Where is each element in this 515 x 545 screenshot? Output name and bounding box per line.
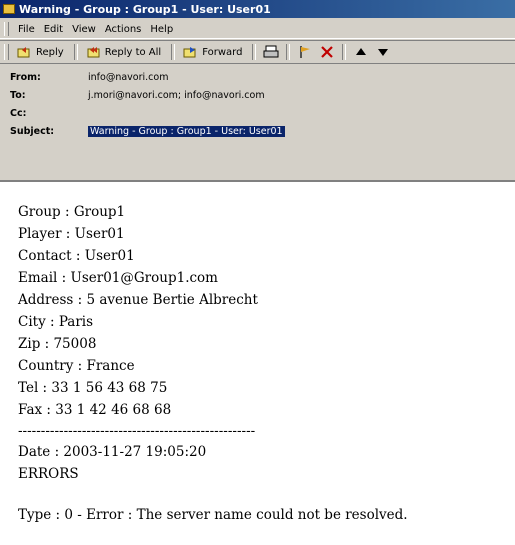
menu-view[interactable]: View: [69, 24, 102, 35]
title-bar[interactable]: Warning - Group : Group1 - User: User01: [0, 0, 515, 18]
cc-row: Cc:: [10, 106, 88, 120]
reply-all-label: Reply to All: [104, 46, 162, 58]
toolbar: Reply Reply to All Forward: [0, 40, 515, 64]
menu-help[interactable]: Help: [147, 24, 179, 35]
next-item-button[interactable]: [372, 42, 394, 62]
toolbar-separator: [252, 44, 257, 60]
toolbar-grip: [4, 44, 9, 60]
from-value[interactable]: info@navori.com: [88, 72, 168, 83]
menu-grip: [4, 22, 9, 36]
body-line: Country : France: [18, 358, 135, 374]
body-line: Tel : 33 1 56 43 68 75: [18, 380, 168, 396]
from-row: From: info@navori.com: [10, 70, 168, 84]
subject-row: Subject: Warning - Group : Group1 - User…: [10, 124, 285, 138]
delete-icon: [321, 46, 334, 58]
menu-edit[interactable]: Edit: [41, 24, 69, 35]
window-title: Warning - Group : Group1 - User: User01: [19, 2, 271, 16]
reply-icon: [17, 47, 30, 58]
body-line: Fax : 33 1 42 46 68 68: [18, 402, 172, 418]
email-window: Warning - Group : Group1 - User: User01 …: [0, 0, 515, 545]
body-line: Contact : User01: [18, 248, 135, 264]
print-icon: [263, 45, 279, 58]
to-value[interactable]: j.mori@navori.com; info@navori.com: [88, 90, 265, 101]
forward-label: Forward: [202, 46, 243, 58]
reply-all-icon: [87, 47, 100, 58]
message-body[interactable]: Group : Group1 Player : User01 Contact :…: [0, 180, 515, 545]
subject-label: Subject:: [10, 125, 55, 137]
previous-icon: [356, 48, 367, 55]
menu-actions[interactable]: Actions: [102, 24, 148, 35]
print-button[interactable]: [260, 42, 282, 62]
toolbar-separator: [171, 44, 176, 60]
from-label: From:: [10, 71, 41, 83]
cc-label: Cc:: [10, 107, 27, 119]
menu-file[interactable]: File: [15, 24, 41, 35]
toolbar-separator: [73, 44, 78, 60]
body-line: Address : 5 avenue Bertie Albrecht: [18, 292, 258, 308]
subject-value[interactable]: Warning - Group : Group1 - User: User01: [88, 125, 285, 137]
flag-button[interactable]: [294, 42, 316, 62]
body-line: Date : 2003-11-27 19:05:20: [18, 444, 207, 460]
body-line: Email : User01@Group1.com: [18, 270, 218, 286]
reply-all-button[interactable]: Reply to All: [82, 42, 168, 62]
forward-button[interactable]: Forward: [179, 42, 248, 62]
body-line: ERRORS: [18, 466, 79, 482]
body-line: Player : User01: [18, 226, 125, 242]
reply-button[interactable]: Reply: [13, 42, 70, 62]
toolbar-separator: [286, 44, 291, 60]
body-line: Type : 0 - Error : The server name could…: [18, 507, 408, 523]
body-line: Zip : 75008: [18, 336, 97, 352]
to-label: To:: [10, 89, 26, 101]
envelope-icon: [3, 4, 15, 14]
next-icon: [378, 49, 389, 56]
toolbar-separator: [342, 44, 347, 60]
flag-icon: [300, 46, 311, 58]
body-line: Group : Group1: [18, 204, 126, 220]
forward-icon: [183, 47, 196, 58]
to-row: To: j.mori@navori.com; info@navori.com: [10, 88, 265, 102]
delete-button[interactable]: [316, 42, 338, 62]
reply-label: Reply: [36, 46, 64, 58]
message-headers: From: info@navori.com To: j.mori@navori.…: [0, 64, 515, 180]
previous-item-button[interactable]: [350, 42, 372, 62]
body-divider: ----------------------------------------…: [18, 423, 256, 439]
body-line: City : Paris: [18, 314, 94, 330]
menu-bar: File Edit View Actions Help: [0, 20, 515, 39]
